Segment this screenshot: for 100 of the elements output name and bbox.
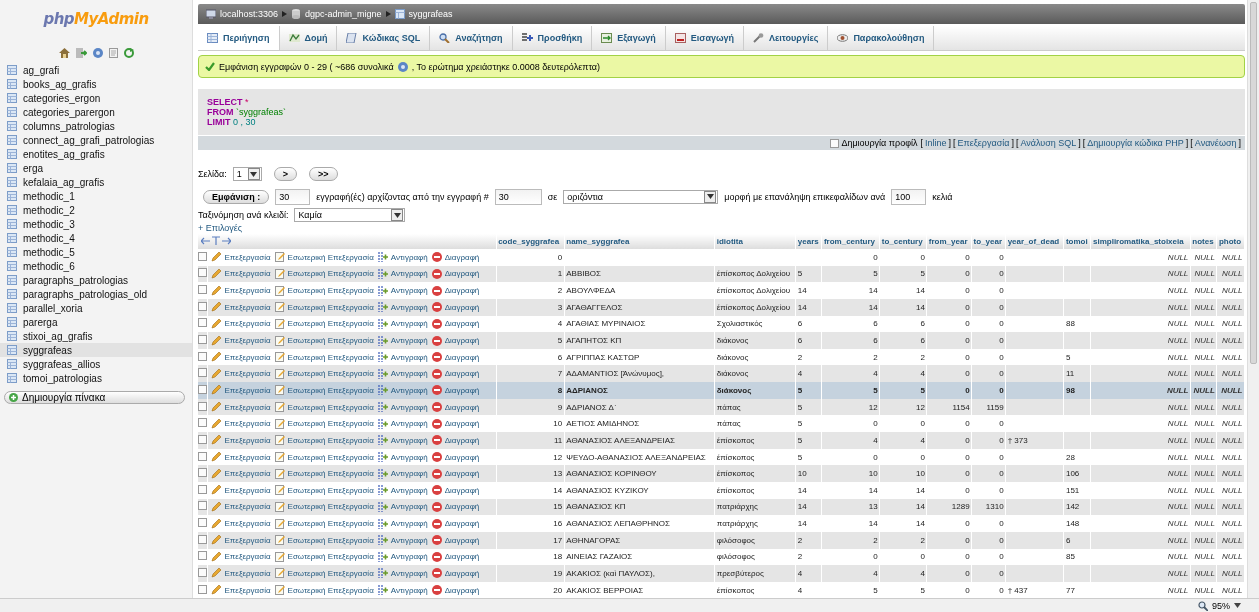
dropdown-button[interactable] [247,168,260,180]
table-row[interactable]: Επεξεργασία Εσωτερική Επεξεργασία Αντιγραφή Διαγραφή 19 ΑΚΑΚΙΟΣ (καὶ ΠΑΥΛΟΣ), πρεσβύτερος 4 4 4 0 0 NULL NULL NULL [198,565,1245,582]
inline-edit-link[interactable]: Εσωτερική Επεξεργασία [274,452,374,462]
sidebar-item[interactable]: columns_patrologias [0,119,192,133]
copy-link[interactable]: Αντιγραφή [377,268,428,279]
inline-edit-link[interactable]: Εσωτερική Επεξεργασία [274,468,374,479]
row-checkbox[interactable] [198,518,208,528]
column-header[interactable]: tomoi [1063,234,1091,249]
dropdown-arrow-icon[interactable] [1234,603,1241,608]
column-header[interactable]: code_syggrafea [496,234,565,249]
input-field[interactable]: 100 [891,188,927,205]
edit-link[interactable]: Επεξεργασία [211,501,271,512]
sidebar-item[interactable]: methodic_1 [0,189,192,203]
edit-link[interactable]: Επεξεργασία [211,585,271,596]
copy-link[interactable]: Αντιγραφή [377,568,428,579]
inline-edit-link[interactable]: Εσωτερική Επεξεργασία [274,485,374,496]
inline-edit-link[interactable]: Εσωτερική Επεξεργασία [274,285,374,296]
row-checkbox[interactable] [198,501,208,511]
delete-link[interactable]: Διαγραφή [431,302,480,313]
table-row[interactable]: Επεξεργασία Εσωτερική Επεξεργασία Αντιγραφή Διαγραφή 17 ΑΘΗΝΑΓΟΡΑΣ φιλόσοφος 2 2 2 0 0 6 NULL NULL NULL [198,531,1245,549]
sidebar-item[interactable]: categories_parergon [0,105,192,119]
column-header[interactable]: name_syggrafea [564,234,715,249]
row-checkbox[interactable] [198,318,208,328]
table-row[interactable]: Επεξεργασία Εσωτερική Επεξεργασία Αντιγραφή Διαγραφή 8 ΑΔΡΙΑΝΟΣ διάκονος 5 5 5 0 0 98 NULL NULL NULL [198,382,1245,399]
row-checkbox[interactable] [198,434,208,444]
breadcrumb-link[interactable]: localhost:3306 [206,9,279,19]
table-row[interactable]: Επεξεργασία Εσωτερική Επεξεργασία Αντιγραφή Διαγραφή 0 0 0 0 0 NULL NULL NULL [198,249,1245,266]
table-row[interactable]: Επεξεργασία Εσωτερική Επεξεργασία Αντιγραφή Διαγραφή 14 ΑΘΑΝΑΣΙΟΣ ΚΥΖΙΚΟΥ έπίσκοπος 14 14 14 0 0 151 NULL NULL NULL [198,481,1245,499]
delete-link[interactable]: Διαγραφή [431,551,480,562]
edit-link[interactable]: Επεξεργασία [211,368,271,379]
copy-link[interactable]: Αντιγραφή [377,518,428,529]
sidebar-item[interactable]: syggrafeas [0,343,192,357]
input-field[interactable]: 30 [494,188,542,205]
copy-link[interactable]: Αντιγραφή [377,252,428,263]
sidebar-item[interactable]: books_ag_grafis [0,77,192,91]
copy-link[interactable]: Αντιγραφή [377,535,428,546]
inline-edit-link[interactable]: Εσωτερική Επεξεργασία [274,302,374,313]
tab[interactable]: Εισαγωγή [665,26,745,50]
sidebar-item[interactable]: syggrafeas_allios [0,357,192,371]
sidebar-item[interactable]: methodic_3 [0,217,192,231]
breadcrumb-link[interactable]: syggrafeas [394,9,453,19]
row-checkbox[interactable] [198,534,208,544]
sidebar-item[interactable]: kefalaia_ag_grafis [0,175,192,189]
copy-link[interactable]: Αντιγραφή [377,318,428,329]
column-header[interactable]: idiotita [714,234,796,249]
sidebar-item[interactable]: parallel_xoria [0,301,192,315]
row-checkbox[interactable] [198,551,208,561]
edit-link[interactable]: Επεξεργασία [211,352,271,363]
edit-link[interactable]: Επεξεργασία [211,335,271,346]
query-link[interactable]: Δημιουργία κώδικα PHP [1087,138,1184,148]
tab[interactable]: Παρακολούθηση [828,26,935,50]
dropdown-button[interactable] [704,190,717,203]
column-header[interactable]: notes [1190,234,1217,249]
copy-link[interactable]: Αντιγραφή [377,452,428,462]
column-header[interactable]: year_of_dead [1005,234,1064,249]
delete-link[interactable]: Διαγραφή [431,485,480,496]
delete-link[interactable]: Διαγραφή [431,352,480,363]
page-nav-button[interactable]: >> [309,167,338,181]
copy-link[interactable]: Αντιγραφή [377,402,428,413]
edit-link[interactable]: Επεξεργασία [211,435,271,446]
table-row[interactable]: Επεξεργασία Εσωτερική Επεξεργασία Αντιγραφή Διαγραφή 16 ΑΘΑΝΑΣΙΟΣ ΛΕΠΑΘΡΗΝΟΣ πατριάρχης 14 14 14 0 0 148 NULL NULL NULL [198,515,1245,532]
delete-link[interactable]: Διαγραφή [431,452,480,462]
query-link[interactable]: Ανανέωση [1194,138,1237,148]
copy-link[interactable]: Αντιγραφή [377,352,428,363]
inline-edit-link[interactable]: Εσωτερική Επεξεργασία [274,252,374,263]
column-header[interactable]: years [795,234,822,249]
tab[interactable]: Εξαγωγή [592,26,666,50]
sidebar-item[interactable]: connect_ag_grafi_patrologias [0,133,192,147]
copy-link[interactable]: Αντιγραφή [377,551,428,562]
sidebar-item[interactable]: paragraphs_patrologias [0,273,192,287]
row-checkbox[interactable] [198,368,208,378]
inline-edit-link[interactable]: Εσωτερική Επεξεργασία [274,368,374,379]
inline-edit-link[interactable]: Εσωτερική Επεξεργασία [274,385,374,396]
edit-link[interactable]: Επεξεργασία [211,452,271,462]
tab[interactable]: Αναζήτηση [430,26,513,50]
page-nav-button[interactable]: > [273,167,298,181]
delete-link[interactable]: Διαγραφή [431,535,480,546]
delete-link[interactable]: Διαγραφή [431,285,480,296]
edit-link[interactable]: Επεξεργασία [211,252,271,263]
copy-link[interactable]: Αντιγραφή [377,302,428,313]
copy-link[interactable]: Αντιγραφή [377,468,428,479]
table-row[interactable]: Επεξεργασία Εσωτερική Επεξεργασία Αντιγραφή Διαγραφή 7 ΑΔΑΜΑΝΤΙΟΣ [Ἀνώνυμος], διάκονος 4 4 4 0 0 11 NULL NULL NULL [198,365,1245,383]
delete-link[interactable]: Διαγραφή [431,418,480,429]
breadcrumb-link[interactable]: dgpc-admin_migne [291,9,382,19]
row-checkbox[interactable] [198,484,208,494]
edit-link[interactable]: Επεξεργασία [211,402,271,413]
inline-edit-link[interactable]: Εσωτερική Επεξεργασία [274,518,374,529]
inline-edit-link[interactable]: Εσωτερική Επεξεργασία [274,268,374,279]
options-link[interactable]: + Επιλογές [198,223,243,233]
table-row[interactable]: Επεξεργασία Εσωτερική Επεξεργασία Αντιγραφή Διαγραφή 5 ΑΓΑΠΗΤΟΣ ΚΠ διάκονος 6 6 6 0 0 NULL NULL NULL [198,332,1245,349]
edit-link[interactable]: Επεξεργασία [211,418,271,429]
checkbox[interactable] [830,138,840,148]
table-row[interactable]: Επεξεργασία Εσωτερική Επεξεργασία Αντιγραφή Διαγραφή 3 ΑΓΑΘΑΓΓΕΛΟΣ έπίσκοπος Δολιχείου 14 14 14 0 0 NULL NULL NULL [198,298,1245,316]
inline-edit-link[interactable]: Εσωτερική Επεξεργασία [274,418,374,429]
inline-edit-link[interactable]: Εσωτερική Επεξεργασία [274,335,374,346]
copy-link[interactable]: Αντιγραφή [377,418,428,429]
sidebar-item[interactable]: methodic_5 [0,245,192,259]
edit-link[interactable]: Επεξεργασία [211,468,271,479]
tab[interactable]: Δομή [279,26,338,50]
copy-link[interactable]: Αντιγραφή [377,285,428,296]
